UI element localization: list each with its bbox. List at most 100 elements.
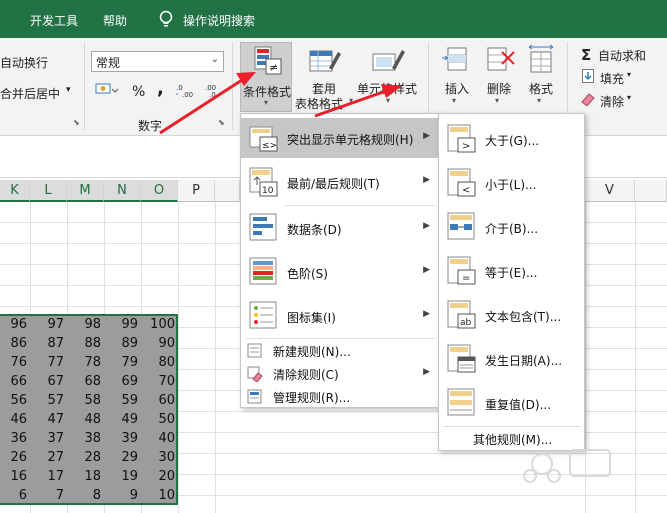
table-cell[interactable]: 66 <box>0 372 30 392</box>
table-cell[interactable]: 87 <box>30 334 67 354</box>
column-header[interactable]: L <box>30 180 67 202</box>
submenu-item-equal-to[interactable]: = 等于(E)... <box>439 250 584 292</box>
column-header[interactable]: K <box>0 180 30 202</box>
delete-cells-icon[interactable] <box>486 46 516 74</box>
table-cell[interactable]: 80 <box>141 353 178 373</box>
chevron-down-icon[interactable]: ▾ <box>627 70 631 79</box>
arrow-down-icon[interactable] <box>582 69 594 86</box>
table-cell[interactable]: 17 <box>30 467 67 487</box>
wrap-text-button[interactable]: 自动换行 <box>0 54 48 71</box>
table-cell[interactable]: 38 <box>67 429 104 449</box>
submenu-item-less-than[interactable]: < 小于(L)... <box>439 162 584 204</box>
submenu-item-between[interactable]: 介于(B)... <box>439 206 584 248</box>
format-cells-icon[interactable] <box>527 44 555 74</box>
table-cell[interactable]: 77 <box>30 353 67 373</box>
table-cell[interactable]: 48 <box>67 410 104 430</box>
format-label[interactable]: 格式 <box>529 80 553 97</box>
table-cell[interactable]: 16 <box>0 467 30 487</box>
column-header[interactable]: N <box>104 180 141 202</box>
table-cell[interactable]: 28 <box>67 448 104 468</box>
menu-item-data-bars[interactable]: 数据条(D) ▶ <box>241 208 440 248</box>
table-cell[interactable]: 26 <box>0 448 30 468</box>
tab-help[interactable]: 帮助 <box>103 0 127 38</box>
chevron-down-icon[interactable]: ▾ <box>627 93 631 102</box>
delete-label[interactable]: 删除 <box>487 80 511 97</box>
clear-button[interactable]: 清除 <box>600 93 624 110</box>
insert-label[interactable]: 插入 <box>445 80 469 97</box>
percent-button[interactable]: % <box>132 84 145 100</box>
column-header[interactable] <box>215 180 240 202</box>
table-cell[interactable]: 10 <box>141 486 178 506</box>
table-cell[interactable]: 8 <box>67 486 104 506</box>
table-cell[interactable]: 88 <box>67 334 104 354</box>
column-header[interactable] <box>635 180 667 202</box>
table-cell[interactable]: 100 <box>141 315 178 335</box>
menu-item-color-scales[interactable]: 色阶(S) ▶ <box>241 252 440 292</box>
table-format-icon[interactable] <box>309 46 341 76</box>
decrease-decimal-icon[interactable]: .00 .0 <box>205 82 227 101</box>
table-cell[interactable]: 78 <box>67 353 104 373</box>
table-cell[interactable]: 46 <box>0 410 30 430</box>
insert-cells-icon[interactable] <box>442 46 470 74</box>
column-header[interactable]: O <box>141 180 178 202</box>
comma-button[interactable]: , <box>157 78 164 99</box>
table-cell[interactable]: 49 <box>104 410 141 430</box>
tab-developer[interactable]: 开发工具 <box>30 0 78 38</box>
table-cell[interactable]: 6 <box>0 486 30 506</box>
table-cell[interactable]: 70 <box>141 372 178 392</box>
table-cell[interactable]: 40 <box>141 429 178 449</box>
table-cell[interactable]: 7 <box>30 486 67 506</box>
submenu-item-date-occurring[interactable]: 发生日期(A)... <box>439 338 584 380</box>
table-cell[interactable]: 56 <box>0 391 30 411</box>
eraser-icon[interactable] <box>580 92 596 109</box>
cell-styles-label[interactable]: 单元格样式 <box>357 80 417 97</box>
menu-item-top-bottom[interactable]: 10 最前/最后规则(T) ▶ <box>241 162 440 202</box>
dialog-launcher-icon[interactable]: ⬊ <box>73 118 80 127</box>
autosum-button[interactable]: 自动求和 <box>598 47 646 64</box>
table-cell[interactable]: 39 <box>104 429 141 449</box>
table-cell[interactable]: 76 <box>0 353 30 373</box>
cell-styles-icon[interactable] <box>372 46 406 76</box>
table-cell[interactable]: 50 <box>141 410 178 430</box>
column-header[interactable]: M <box>67 180 104 202</box>
submenu-item-greater-than[interactable]: > 大于(G)... <box>439 118 584 160</box>
table-cell[interactable]: 89 <box>104 334 141 354</box>
table-cell[interactable]: 99 <box>104 315 141 335</box>
sum-icon[interactable]: Σ <box>581 46 591 64</box>
currency-icon[interactable] <box>95 82 119 101</box>
table-cell[interactable]: 98 <box>67 315 104 335</box>
menu-item-clear-rules[interactable]: 清除规则(C) ▶ <box>241 363 440 385</box>
menu-item-new-rule[interactable]: 新建规则(N)... <box>241 340 440 362</box>
table-cell[interactable]: 30 <box>141 448 178 468</box>
submenu-item-text-contains[interactable]: ab 文本包含(T)... <box>439 294 584 336</box>
submenu-item-duplicate[interactable]: 重复值(D)... <box>439 382 584 424</box>
table-cell[interactable]: 58 <box>67 391 104 411</box>
table-cell[interactable]: 67 <box>30 372 67 392</box>
table-cell[interactable]: 69 <box>104 372 141 392</box>
table-cell[interactable]: 97 <box>30 315 67 335</box>
table-cell[interactable]: 90 <box>141 334 178 354</box>
table-cell[interactable]: 27 <box>30 448 67 468</box>
menu-item-highlight-rules[interactable]: ≤> 突出显示单元格规则(H) ▶ <box>241 118 440 158</box>
dialog-launcher-icon[interactable]: ⬊ <box>218 118 225 127</box>
table-cell[interactable]: 96 <box>0 315 30 335</box>
chevron-down-icon[interactable]: ▾ <box>66 85 71 95</box>
fill-button[interactable]: 填充 <box>600 70 624 87</box>
table-cell[interactable]: 86 <box>0 334 30 354</box>
table-cell[interactable]: 60 <box>141 391 178 411</box>
table-cell[interactable]: 68 <box>67 372 104 392</box>
conditional-format-button[interactable]: ≠ 条件格式 ▾ <box>240 42 292 112</box>
table-cell[interactable]: 57 <box>30 391 67 411</box>
column-header[interactable]: P <box>178 180 215 202</box>
menu-item-manage-rules[interactable]: 管理规则(R)... <box>241 386 440 408</box>
menu-item-icon-sets[interactable]: 图标集(I) ▶ <box>241 296 440 336</box>
number-format-select[interactable]: 常规 ⌄ <box>91 51 224 72</box>
table-cell[interactable]: 79 <box>104 353 141 373</box>
column-header[interactable]: V <box>585 180 635 202</box>
table-cell[interactable]: 37 <box>30 429 67 449</box>
table-cell[interactable]: 36 <box>0 429 30 449</box>
table-cell[interactable]: 9 <box>104 486 141 506</box>
table-cell[interactable]: 47 <box>30 410 67 430</box>
tell-me-search[interactable]: 操作说明搜索 <box>183 0 255 38</box>
table-format-label-2[interactable]: 表格格式 <box>295 95 343 112</box>
